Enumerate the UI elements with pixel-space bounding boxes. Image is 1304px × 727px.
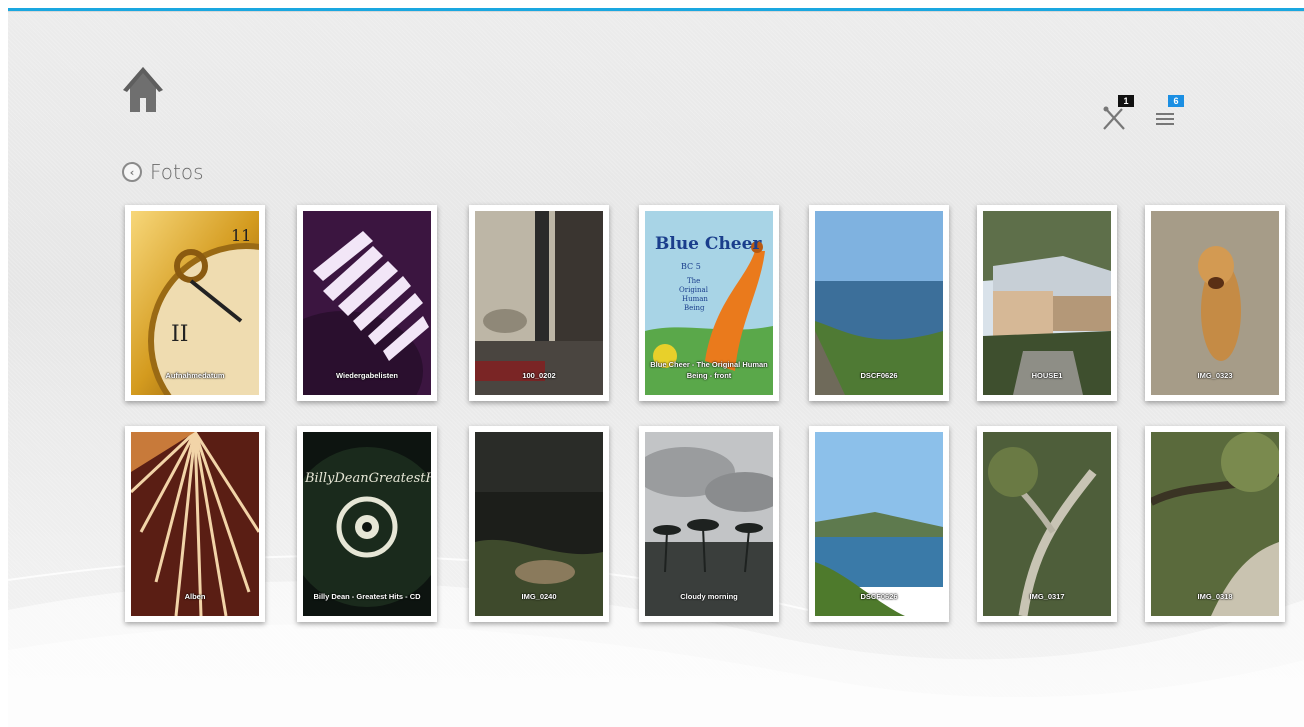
tile-caption: Alben	[184, 592, 206, 601]
tile-thumbnail: IMG_0323	[1151, 211, 1279, 395]
art-sub3: Original	[679, 286, 709, 294]
tile-caption: DSCF0626	[860, 592, 898, 601]
tile-caption: HOUSE1	[1031, 371, 1063, 380]
tile-photo-cloudy-morning[interactable]: Cloudy morning	[639, 426, 779, 622]
tile-photo-house1[interactable]: HOUSE1	[977, 205, 1117, 401]
tile-caption: Aufnahmedatum	[165, 371, 225, 380]
tools-status[interactable]: 1	[1100, 95, 1142, 131]
art-sub2: The	[687, 277, 700, 285]
tile-photo-img-0323[interactable]: IMG_0323	[1145, 205, 1285, 401]
tile-thumbnail: IMG_0317	[983, 432, 1111, 616]
tile-thumbnail: Alben	[131, 432, 259, 616]
tile-photo-dscf0626[interactable]: DSCF0626	[809, 205, 949, 401]
home-icon[interactable]	[122, 64, 164, 114]
tile-photo-billy-dean[interactable]: BillyDeanGreatestHits Billy Dean - Great…	[297, 426, 437, 622]
tile-caption: Wiedergabelisten	[335, 371, 399, 380]
tile-caption: IMG_0317	[1029, 592, 1065, 601]
app-window: ‹ Fotos 1 6 II 11 Aufnahmedatum Wiederga…	[8, 0, 1304, 727]
tile-thumbnail: 100_0202	[475, 211, 603, 395]
tile-caption: IMG_0240	[521, 592, 557, 601]
tile-caption: IMG_0318	[1197, 592, 1233, 601]
tile-thumbnail: IMG_0318	[1151, 432, 1279, 616]
tile-thumbnail: IMG_0240	[475, 432, 603, 616]
queue-badge: 6	[1168, 95, 1184, 107]
tile-caption: Billy Dean - Greatest Hits - CD	[313, 592, 421, 601]
svg-text:11: 11	[231, 226, 251, 245]
tile-thumbnail: II 11 Aufnahmedatum	[131, 211, 259, 395]
queue-status[interactable]: 6	[1150, 95, 1192, 131]
tile-photo-dscf0626-2[interactable]: DSCF0626	[809, 426, 949, 622]
tile-thumbnail: HOUSE1	[983, 211, 1111, 395]
back-arrow-icon[interactable]: ‹	[122, 162, 142, 182]
tile-thumbnail: Cloudy morning	[645, 432, 773, 616]
tile-photo-img-0318[interactable]: IMG_0318	[1145, 426, 1285, 622]
tile-folder-wiedergabelisten[interactable]: Wiedergabelisten	[292, 201, 437, 401]
tile-thumbnail: DSCF0626	[815, 211, 943, 395]
tile-thumbnail: Wiedergabelisten	[303, 211, 431, 395]
tile-caption: 100_0202	[522, 371, 556, 380]
tile-photo-100-0202[interactable]: 100_0202	[469, 205, 609, 401]
tile-folder-aufnahmedatum[interactable]: II 11 Aufnahmedatum	[120, 201, 265, 401]
tile-thumbnail: DSCF0626	[815, 432, 943, 616]
tile-caption: Blue Cheer - The Original Human Being - …	[650, 360, 768, 380]
art-sub1: BC 5	[681, 262, 701, 271]
tile-caption: DSCF0626	[860, 371, 898, 380]
tools-badge: 1	[1118, 95, 1134, 107]
breadcrumb-label: Fotos	[150, 160, 204, 184]
tile-caption: Cloudy morning	[680, 592, 738, 601]
tile-photo-img-0317[interactable]: IMG_0317	[977, 426, 1117, 622]
tile-photo-blue-cheer[interactable]: Blue Cheer BC 5 The Original Human Being…	[639, 205, 779, 401]
tile-thumbnail: Blue Cheer BC 5 The Original Human Being…	[645, 211, 773, 395]
breadcrumb[interactable]: ‹ Fotos	[122, 157, 204, 187]
tile-caption: IMG_0323	[1197, 371, 1233, 380]
tile-photo-img-0240[interactable]: IMG_0240	[469, 426, 609, 622]
top-accent-bar	[8, 0, 1304, 12]
svg-text:II: II	[171, 322, 188, 347]
art-title: Blue Cheer	[655, 234, 762, 254]
art-sub4: Human	[682, 295, 708, 303]
tile-thumbnail: BillyDeanGreatestHits Billy Dean - Great…	[303, 432, 431, 616]
art-text: BillyDeanGreatestHits	[304, 471, 431, 486]
tile-folder-alben[interactable]: Alben	[120, 422, 265, 622]
art-sub5: Being	[684, 304, 705, 312]
